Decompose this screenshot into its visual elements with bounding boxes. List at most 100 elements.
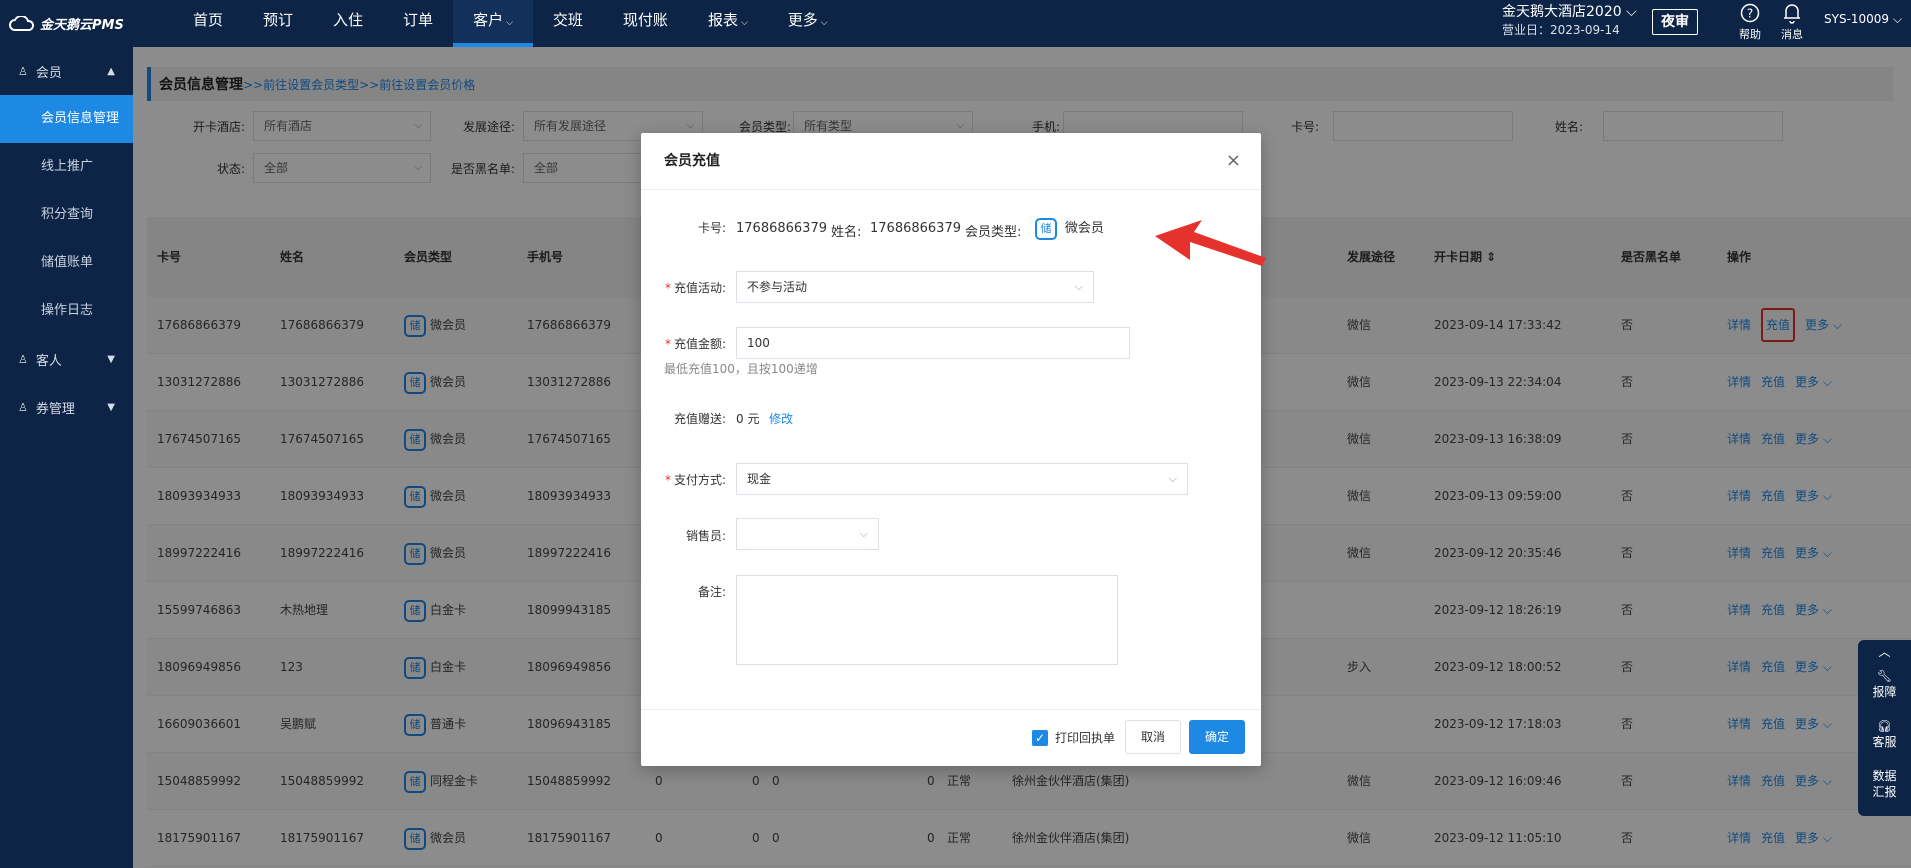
pay-method-value: 现金 [747, 472, 772, 486]
nav-item-2[interactable]: 入住 [313, 0, 383, 47]
data-report-button[interactable]: 数据 汇报 [1858, 762, 1911, 812]
pay-method-select[interactable]: 现金 ⌵ [736, 463, 1188, 495]
confirm-button[interactable]: 确定 [1189, 720, 1245, 754]
modal-title: 会员充值 [664, 153, 720, 169]
sidebar-group-label: 券管理 [35, 401, 75, 417]
activity-label: * 充值活动: [664, 281, 726, 295]
wrench-icon: 🔧︎ [1876, 669, 1893, 683]
sidebar-item-stored-value[interactable]: 储值账单 [0, 239, 133, 287]
person-icon: ♙ [18, 400, 28, 414]
bell-icon [1774, 0, 1810, 26]
chevron-down-icon: ⌵ [1074, 280, 1083, 293]
nav-item-label: 交班 [552, 11, 583, 29]
chevron-down-icon: ⌵ [740, 18, 748, 28]
card-value: 17686866379 [736, 221, 827, 236]
nav-item-label: 订单 [403, 11, 434, 29]
nav-item-label: 现付账 [622, 11, 668, 29]
sidebar: ♙ 会员 ▲ 会员信息管理 线上推广 积分查询 储值账单 操作日志 ♙ 客人 ▼… [0, 47, 133, 868]
nav-item-0[interactable]: 首页 [173, 0, 243, 47]
sidebar-group-coupon[interactable]: ♙ 券管理 ▼ [0, 383, 133, 431]
sidebar-item-online-promo[interactable]: 线上推广 [0, 143, 133, 191]
sidebar-group-member[interactable]: ♙ 会员 ▲ [0, 47, 133, 95]
remark-label: 备注: [697, 585, 726, 599]
cancel-button[interactable]: 取消 [1125, 720, 1181, 754]
sidebar-group-guest[interactable]: ♙ 客人 ▼ [0, 335, 133, 383]
modal-header: 会员充值 × [641, 133, 1261, 190]
sidebar-group-label: 客人 [35, 353, 62, 369]
salesperson-select[interactable]: ⌵ [736, 518, 879, 550]
data-report-label-2: 汇报 [1872, 785, 1897, 799]
annotation-arrow-icon [1155, 220, 1266, 266]
side-widget-panel: ︿ 🔧︎ 报障 🎧︎ 客服 数据 汇报 [1858, 640, 1911, 816]
card-label: 卡号: [697, 221, 726, 235]
chevron-down-icon: ⌵ [859, 527, 868, 540]
pay-label: * 支付方式: [664, 473, 726, 487]
chevron-up-icon: ▲ [107, 65, 115, 77]
activity-select[interactable]: 不参与活动 ⌵ [736, 271, 1094, 303]
close-icon[interactable]: × [1226, 133, 1241, 189]
chevron-up-icon[interactable]: ︿ [1858, 640, 1911, 662]
night-audit-button[interactable]: 夜审 [1652, 9, 1698, 35]
sidebar-item-points[interactable]: 积分查询 [0, 191, 133, 239]
sidebar-item-member-info[interactable]: 会员信息管理 [0, 95, 133, 143]
nav-item-label: 首页 [193, 11, 224, 29]
name-label: 姓名: [831, 225, 862, 240]
nav-item-5[interactable]: 交班 [533, 0, 603, 47]
sales-label: 销售员: [685, 529, 726, 543]
print-receipt-checkbox[interactable]: ✓ [1032, 730, 1048, 746]
bonus-edit-link[interactable]: 修改 [769, 410, 793, 427]
activity-value: 不参与活动 [747, 280, 808, 294]
messages-label: 消息 [1781, 28, 1803, 41]
person-icon: ♙ [18, 64, 28, 78]
chevron-down-icon: ▼ [107, 353, 115, 365]
main-menu: 首页 预订 入住 订单 客户 ⌵ 交班 现付账 报表 ⌵ 更多 ⌵ [173, 0, 848, 47]
nav-item-4[interactable]: 客户 ⌵ [453, 0, 533, 47]
headset-icon: 🎧︎ [1876, 719, 1893, 733]
messages-button[interactable]: 消息 [1774, 0, 1810, 42]
nav-item-6[interactable]: 现付账 [603, 0, 688, 47]
nav-item-8[interactable]: 更多 ⌵ [768, 0, 848, 47]
name-value: 17686866379 [870, 221, 961, 236]
app-logo[interactable]: 金天鹅云PMS [0, 0, 133, 47]
amount-label: * 充值金额: [664, 337, 726, 351]
question-circle-icon: ? [1732, 0, 1768, 26]
nav-item-label: 预订 [263, 11, 294, 29]
report-issue-label: 报障 [1872, 685, 1897, 699]
bonus-label: 充值赠送: [673, 412, 726, 426]
nav-item-3[interactable]: 订单 [383, 0, 453, 47]
chevron-down-icon: ⌵ [506, 18, 513, 28]
customer-service-button[interactable]: 🎧︎ 客服 [1858, 712, 1911, 762]
service-label: 客服 [1872, 735, 1897, 749]
help-button[interactable]: ? 帮助 [1732, 0, 1768, 42]
nav-item-7[interactable]: 报表 ⌵ [688, 0, 768, 47]
hotel-selector[interactable]: 金天鹅大酒店2020 ⌵ 营业日：2023-09-14 [1502, 3, 1637, 39]
nav-item-label: 更多 [787, 11, 818, 29]
person-icon: ♙ [18, 352, 28, 366]
sidebar-item-operation-log[interactable]: 操作日志 [0, 287, 133, 335]
user-menu[interactable]: SYS-10009 ⌵ [1824, 12, 1902, 27]
amount-input[interactable]: 100 [736, 327, 1130, 359]
print-receipt-label[interactable]: 打印回执单 [1055, 729, 1115, 746]
business-day: 营业日：2023-09-14 [1502, 23, 1620, 37]
pay-label-text: 支付方式: [673, 473, 726, 487]
remark-textarea[interactable] [736, 575, 1118, 665]
data-report-label-1: 数据 [1872, 769, 1897, 783]
nav-item-1[interactable]: 预订 [243, 0, 313, 47]
nav-item-label: 客户 [473, 11, 504, 29]
svg-text:?: ? [1747, 7, 1753, 21]
bonus-value: 0 元 [736, 412, 760, 426]
sidebar-group-label: 会员 [35, 65, 62, 81]
nav-item-label: 入住 [333, 11, 364, 29]
report-issue-button[interactable]: 🔧︎ 报障 [1858, 662, 1911, 712]
member-type-value-group: 储 微会员 [1035, 217, 1104, 240]
amount-label-text: 充值金额: [673, 337, 726, 351]
cloud-logo-icon [9, 15, 35, 31]
member-type-label: 会员类型: [965, 225, 1022, 240]
top-navbar: 金天鹅云PMS 首页 预订 入住 订单 客户 ⌵ 交班 现付账 报表 ⌵ 更多 ⌵ 金天鹅大酒店202… [0, 0, 1911, 47]
activity-label-text: 充值活动: [673, 281, 726, 295]
nav-item-label: 报表 [707, 11, 738, 29]
help-label: 帮助 [1739, 28, 1761, 41]
modal-footer: ✓ 打印回执单 取消 确定 [641, 709, 1261, 766]
stored-value-badge-icon: 储 [1035, 217, 1057, 240]
member-type-value: 微会员 [1064, 221, 1104, 236]
